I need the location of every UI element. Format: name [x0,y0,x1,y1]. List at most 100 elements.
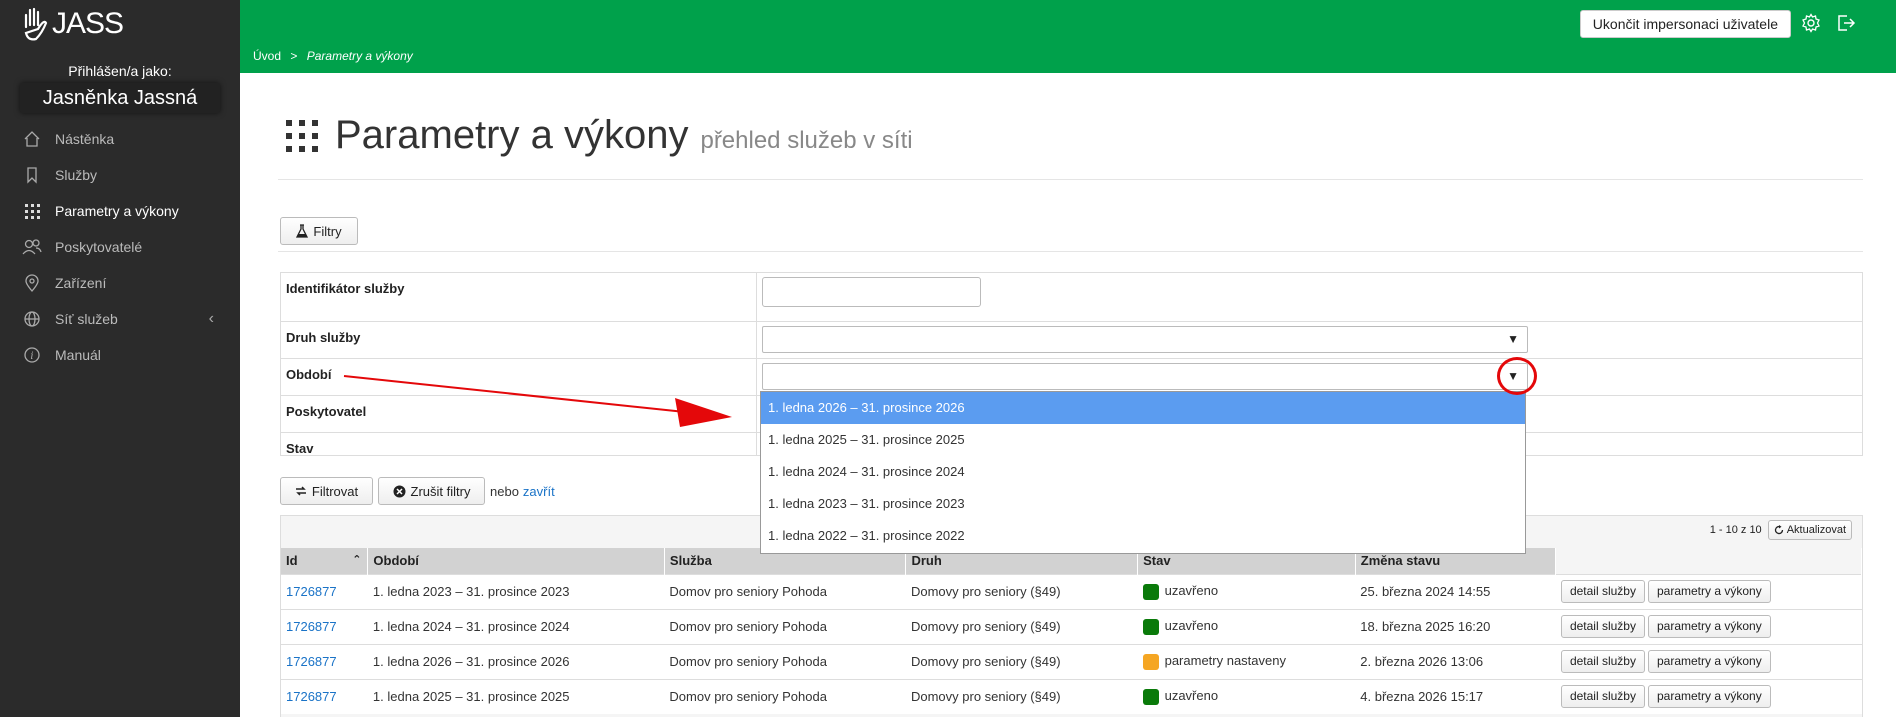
cell-type: Domovy pro seniory (§49) [905,573,1138,609]
detail-service-button[interactable]: detail služby [1560,650,1645,673]
cell-actions: detail služby parametry a výkony [1555,643,1862,679]
row-id-link[interactable]: 1726877 [286,619,337,634]
status-indicator [1142,583,1159,600]
flask-icon [296,224,309,238]
logged-as-label: Přihlášen/a jako: [68,63,172,79]
or-text: nebo zavřít [490,484,555,499]
cell-id: 1726877 [281,608,368,644]
period-select[interactable]: ▼ [762,363,1528,390]
close-filters-link[interactable]: zavřít [523,484,555,499]
filter-button-label: Filtrovat [311,483,359,499]
map-pin-icon [22,273,42,293]
grid-icon [22,201,42,221]
period-option[interactable]: 1. ledna 2025 – 31. prosince 2025 [761,424,1525,456]
sidebar: JASS Přihlášen/a jako: Jasněnka Jassná N… [0,0,240,717]
sidebar-item-label: Síť služeb [55,311,118,327]
page-header: Parametry a výkony přehled služeb v síti [285,113,913,158]
svg-text:i: i [30,351,33,362]
cell-actions: detail služby parametry a výkony [1555,678,1862,714]
sidebar-item-sluzby[interactable]: Služby [0,157,240,193]
divider [278,251,1863,252]
page-title: Parametry a výkony [335,113,689,157]
users-icon [22,237,42,257]
cell-service: Domov pro seniory Pohoda [664,643,906,679]
filter-label: Druh služby [286,330,361,345]
breadcrumb-current: Parametry a výkony [306,49,413,63]
sidebar-item-poskytovatele[interactable]: Poskytovatelé [0,229,240,265]
grid-icon [286,119,318,152]
sidebar-item-nastenka[interactable]: Nástěnka [0,121,240,157]
params-button[interactable]: parametry a výkony [1647,650,1771,673]
annotation-circle [1497,357,1537,395]
globe-icon [22,309,42,329]
cell-status: uzavřeno [1137,573,1356,609]
cell-status-change: 25. března 2024 14:55 [1355,573,1556,609]
pagination-info: 1 - 10 z 10 [1709,524,1762,536]
cell-service: Domov pro seniory Pohoda [664,573,906,609]
column-header-period[interactable]: Období [367,548,665,574]
gear-icon[interactable] [1801,13,1821,33]
stop-impersonation-button[interactable]: Ukončit impersonaci uživatele [1579,10,1791,38]
cell-period: 1. ledna 2025 – 31. prosince 2025 [367,678,665,714]
divider [278,179,1863,180]
detail-service-button[interactable]: detail služby [1560,580,1645,603]
refresh-icon [1774,525,1783,535]
status-indicator [1142,653,1159,670]
dropdown-arrow-icon: ▼ [1507,332,1519,346]
cell-service: Domov pro seniory Pohoda [664,678,906,714]
period-option[interactable]: 1. ledna 2023 – 31. prosince 2023 [761,488,1525,520]
filter-button[interactable]: Filtrovat [280,477,373,505]
cell-status-change: 18. března 2025 16:20 [1355,608,1556,644]
params-button[interactable]: parametry a výkony [1647,615,1771,638]
logo-text: JASS [52,7,124,40]
filters-button-label: Filtry [313,223,342,239]
column-header-actions [1555,548,1862,574]
status-indicator [1142,689,1159,706]
home-icon [22,129,42,149]
cell-type: Domovy pro seniory (§49) [905,678,1138,714]
sidebar-item-sit-sluzeb[interactable]: Síť služeb ‹ [0,301,240,337]
row-id-link[interactable]: 1726877 [286,654,337,669]
sidebar-item-zarizeni[interactable]: Zařízení [0,265,240,301]
results-table: Id ⌃ Období Služba Druh Stav Změna stavu … [281,548,1862,714]
filters-button[interactable]: Filtry [280,217,358,245]
status-label: uzavřeno [1164,583,1219,599]
period-option[interactable]: 1. ledna 2022 – 31. prosince 2022 [761,520,1525,552]
refresh-button[interactable]: Aktualizovat [1767,520,1852,540]
app-logo[interactable]: JASS [22,4,124,44]
period-option[interactable]: 1. ledna 2026 – 31. prosince 2026 [761,392,1525,424]
table-row: 1726877 1. ledna 2023 – 31. prosince 202… [281,573,1862,609]
sidebar-item-label: Manuál [55,347,101,363]
sort-asc-icon[interactable]: ⌃ [352,553,361,566]
sidebar-item-manual[interactable]: i Manuál [0,337,240,373]
detail-service-button[interactable]: detail služby [1560,685,1645,709]
service-id-input[interactable] [762,277,981,307]
row-id-link[interactable]: 1726877 [286,584,337,599]
cell-status-change: 4. března 2026 15:17 [1355,678,1556,714]
params-button[interactable]: parametry a výkony [1647,580,1771,603]
main-content: Parametry a výkony přehled služeb v síti… [240,73,1896,717]
filter-row-service-type: Druh služby ▼ [281,322,1862,359]
detail-service-button[interactable]: detail služby [1560,615,1645,638]
cell-id: 1726877 [281,573,368,609]
table-row: 1726877 1. ledna 2026 – 31. prosince 202… [281,643,1862,679]
logout-icon[interactable] [1836,13,1856,33]
page-subtitle: přehled služeb v síti [700,127,913,154]
or-label: nebo [490,484,519,499]
period-option[interactable]: 1. ledna 2024 – 31. prosince 2024 [761,456,1525,488]
column-header-id[interactable]: Id ⌃ [281,548,369,574]
row-id-link[interactable]: 1726877 [286,689,337,704]
cell-type: Domovy pro seniory (§49) [905,643,1138,679]
service-type-select[interactable]: ▼ [762,326,1528,353]
sidebar-item-label: Zařízení [55,275,107,291]
cell-id: 1726877 [281,678,368,714]
breadcrumb-home[interactable]: Úvod [253,49,281,63]
cell-period: 1. ledna 2024 – 31. prosince 2024 [367,608,665,644]
sidebar-item-parametry[interactable]: Parametry a výkony [0,193,240,229]
bookmark-icon [22,165,42,185]
chevron-left-icon[interactable]: ‹ [209,310,214,328]
close-circle-icon [393,485,406,497]
params-button[interactable]: parametry a výkony [1647,685,1771,709]
clear-filters-button[interactable]: Zrušit filtry [378,477,485,505]
status-label: parametry nastaveny [1164,653,1286,669]
